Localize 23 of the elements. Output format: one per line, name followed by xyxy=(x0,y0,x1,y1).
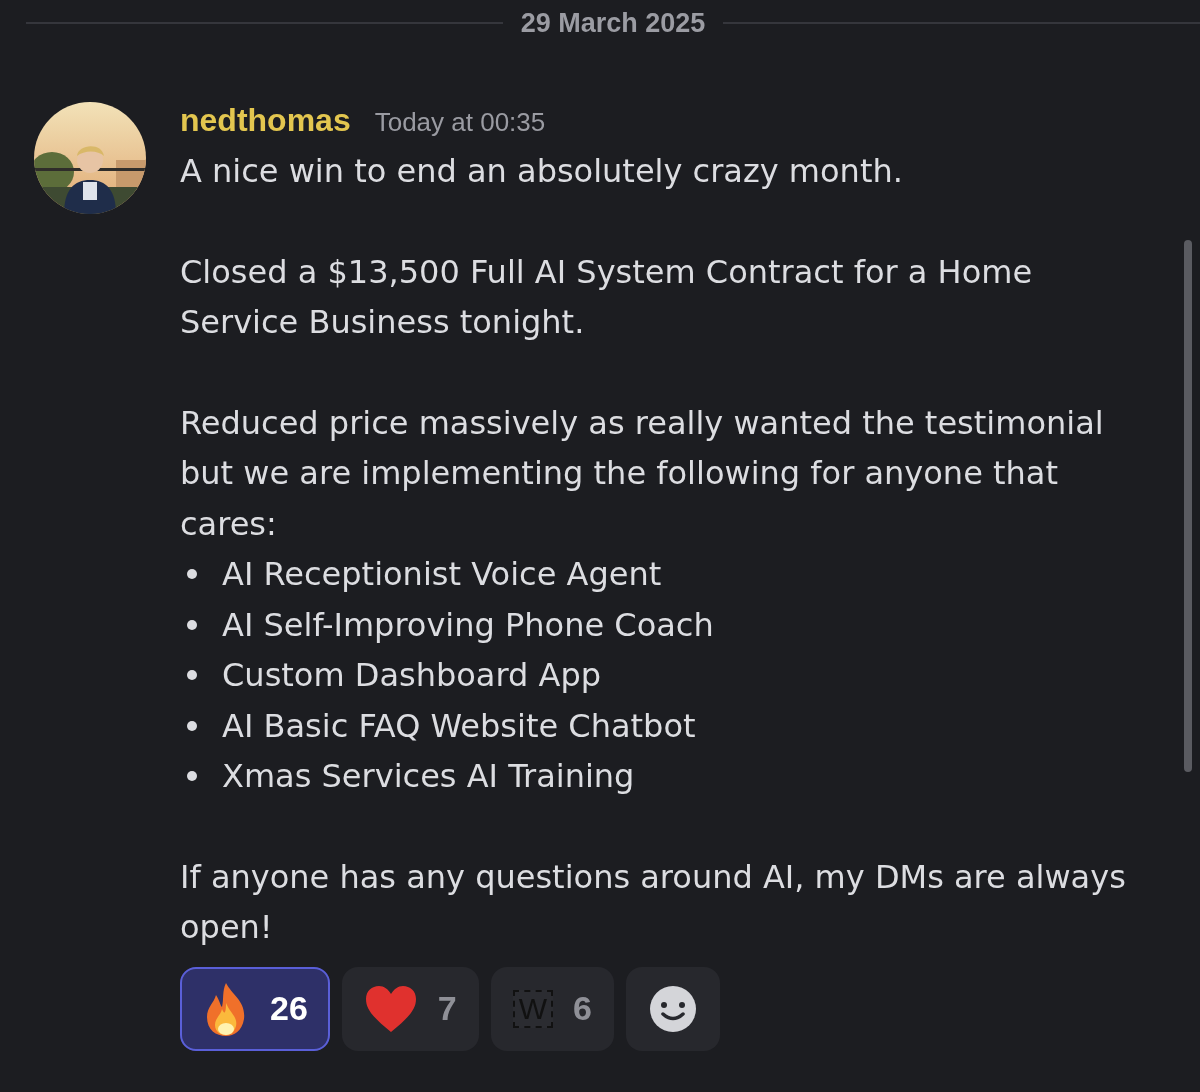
heart-icon xyxy=(363,983,418,1034)
bullet-icon xyxy=(186,669,198,682)
bullet-icon xyxy=(186,618,198,631)
bullet-icon xyxy=(186,770,198,783)
smiley-icon xyxy=(649,984,697,1033)
bullet-icon xyxy=(186,568,198,581)
list-item: AI Basic FAQ Website Chatbot xyxy=(222,706,696,745)
message-text: Reduced price massively as really wanted the testimonial but we are implementing the following for anyone that cares: xyxy=(180,402,1105,545)
username[interactable]: nedthomas xyxy=(180,102,351,139)
list-item: Xmas Services AI Training xyxy=(222,757,635,796)
list-item: AI Receptionist Voice Agent xyxy=(222,555,662,594)
reaction-button[interactable]: 26 xyxy=(180,966,330,1051)
reaction-button[interactable]: 7 xyxy=(341,966,479,1051)
scrollbar[interactable] xyxy=(1184,240,1192,772)
message-text: A nice win to end an absolutely crazy month. xyxy=(180,151,904,192)
message-text: Closed a $13,500 Full AI System Contract for a Home Service Business tonight. xyxy=(180,251,1034,343)
bullet-icon xyxy=(186,719,198,732)
list-item: Custom Dashboard App xyxy=(222,656,602,695)
list-item: AI Self-Improving Phone Coach xyxy=(222,605,714,644)
date-divider: 29 March 2025 xyxy=(520,7,706,39)
message-text: If anyone has any questions around AI, my DMs are always open! xyxy=(180,856,1127,948)
timestamp: Today at 00:35 xyxy=(374,107,546,138)
add-reaction-button[interactable] xyxy=(626,966,720,1051)
